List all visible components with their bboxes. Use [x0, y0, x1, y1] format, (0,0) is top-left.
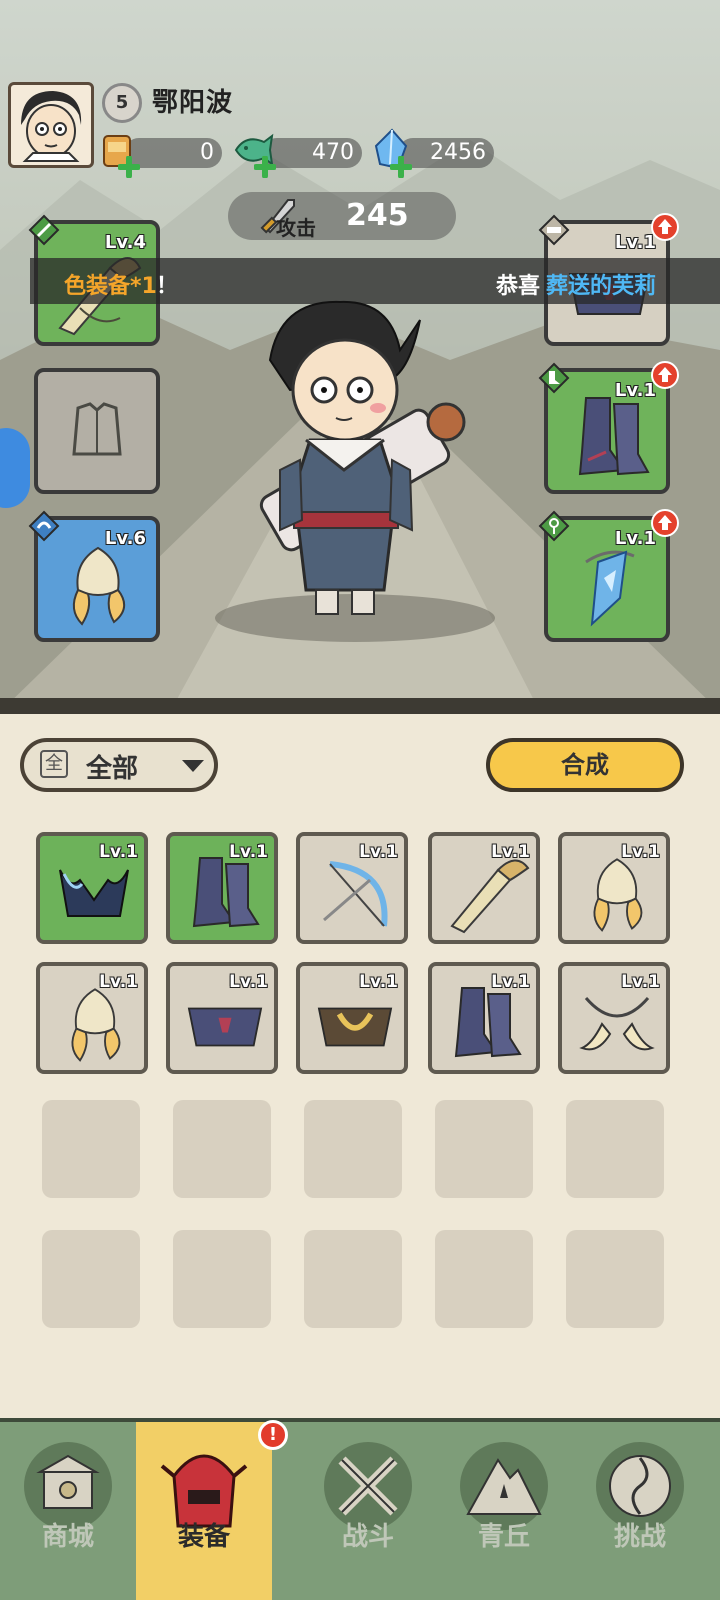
- item-level: Lv.1: [99, 842, 138, 862]
- nav-tab-qingqiu[interactable]: [436, 1422, 572, 1600]
- ticker-player-name: 葬送的芙莉: [546, 274, 657, 299]
- inventory-item[interactable]: Lv.1: [428, 832, 540, 944]
- item-level: Lv.1: [621, 842, 660, 862]
- hero-character[interactable]: [220, 290, 490, 640]
- item-level: Lv.1: [99, 972, 138, 992]
- inventory-item[interactable]: Lv.1: [428, 962, 540, 1074]
- inventory-item[interactable]: Lv.1: [558, 962, 670, 1074]
- nav-label-shop: 商城: [41, 1522, 94, 1552]
- nav-label-challenge: 挑战: [613, 1522, 666, 1552]
- player-name: 鄂阳波: [152, 88, 234, 118]
- inventory-item[interactable]: Lv.1: [558, 832, 670, 944]
- boots-item-icon: [192, 857, 260, 928]
- empty-inventory-slot: [566, 1230, 664, 1328]
- empty-inventory-slot: [173, 1230, 271, 1328]
- slot-level: Lv.4: [104, 232, 146, 253]
- empty-inventory-slot: [173, 1100, 271, 1198]
- necklace-item-icon: [585, 550, 635, 627]
- empty-inventory-slot: [42, 1100, 140, 1198]
- item-level: Lv.1: [621, 972, 660, 992]
- player-level-badge: 5: [102, 83, 142, 123]
- sword-type-icon: [28, 214, 60, 246]
- lotus-helmet-icon: [593, 858, 643, 932]
- attack-label: 攻击: [276, 216, 316, 240]
- empty-inventory-slot: [566, 1100, 664, 1198]
- empty-inventory-slot: [304, 1100, 402, 1198]
- equip-slot-armor[interactable]: [34, 368, 160, 494]
- empty-inventory-slot: [42, 1230, 140, 1328]
- inventory-item[interactable]: Lv.1: [296, 962, 408, 1074]
- lotus-helmet-icon: [71, 988, 121, 1062]
- lotus-helmet-icon: [72, 546, 125, 626]
- item-level: Lv.1: [491, 842, 530, 862]
- boots-item-icon: [578, 397, 650, 476]
- attack-value: 245: [346, 198, 409, 233]
- nav-label-qingqiu: 青丘: [477, 1522, 530, 1552]
- nav-tab-equipment[interactable]: [136, 1422, 272, 1600]
- slot-level: Lv.6: [104, 528, 146, 549]
- nav-label-equipment: 装备: [177, 1522, 230, 1552]
- boots-item-icon: [454, 987, 522, 1058]
- fan-weapon-icon: [450, 859, 530, 934]
- item-level: Lv.1: [229, 842, 268, 862]
- empty-inventory-slot: [304, 1230, 402, 1328]
- add-scroll-icon[interactable]: [118, 156, 140, 178]
- inventory-item[interactable]: Lv.1: [296, 832, 408, 944]
- item-level: Lv.1: [229, 972, 268, 992]
- inventory-item[interactable]: Lv.1: [166, 832, 278, 944]
- horned-helmet-icon: [59, 869, 129, 917]
- inventory-item[interactable]: Lv.1: [36, 962, 148, 1074]
- filter-all-icon: 全: [40, 750, 68, 778]
- jade-fish-counter: 470: [262, 138, 362, 168]
- tooth-necklace-icon: [579, 997, 655, 1051]
- empty-inventory-slot: [435, 1100, 533, 1198]
- belt-item-icon: [187, 1007, 263, 1047]
- equip-slot-helmet[interactable]: Lv.6: [28, 510, 160, 642]
- panel-divider: [0, 698, 720, 714]
- inventory-item[interactable]: Lv.1: [166, 962, 278, 1074]
- equip-slot-boots[interactable]: Lv.1: [538, 361, 679, 494]
- synthesize-button[interactable]: 合成: [486, 738, 684, 792]
- nav-tab-challenge[interactable]: [572, 1422, 708, 1600]
- player-avatar[interactable]: [8, 82, 94, 168]
- empty-inventory-slot: [435, 1230, 533, 1328]
- add-jade-icon[interactable]: [254, 156, 276, 178]
- item-level: Lv.1: [491, 972, 530, 992]
- upgrade-arrow-icon: [651, 361, 679, 389]
- boots-type-icon: [538, 362, 570, 394]
- nav-tab-battle[interactable]: [300, 1422, 436, 1600]
- side-float-button[interactable]: [0, 428, 30, 508]
- avatar-face-icon: [21, 91, 82, 162]
- bow-item-icon: [323, 861, 388, 927]
- ticker-left-end: ！: [156, 274, 179, 299]
- chevron-down-icon: [182, 760, 204, 772]
- golden-belt-icon: [317, 1007, 393, 1047]
- upgrade-arrow-icon: [651, 509, 679, 537]
- equip-slot-necklace[interactable]: Lv.1: [538, 509, 679, 642]
- alert-badge-icon: !: [258, 1420, 288, 1450]
- filter-label: 全部: [86, 754, 139, 784]
- add-crystal-icon[interactable]: [390, 156, 412, 178]
- nav-tab-shop[interactable]: [0, 1422, 136, 1600]
- helmet-type-icon: [28, 510, 60, 542]
- item-level: Lv.1: [359, 972, 398, 992]
- item-level: Lv.1: [359, 842, 398, 862]
- inventory-item[interactable]: Lv.1: [36, 832, 148, 944]
- upgrade-arrow-icon: [651, 213, 679, 241]
- armor-placeholder-icon: [72, 402, 122, 456]
- ticker-left-text: 色装备*1: [64, 274, 157, 299]
- belt-type-icon: [538, 214, 570, 246]
- necklace-type-icon: [538, 510, 570, 542]
- nav-label-battle: 战斗: [341, 1522, 394, 1552]
- ticker-congrats: 恭喜: [496, 274, 541, 299]
